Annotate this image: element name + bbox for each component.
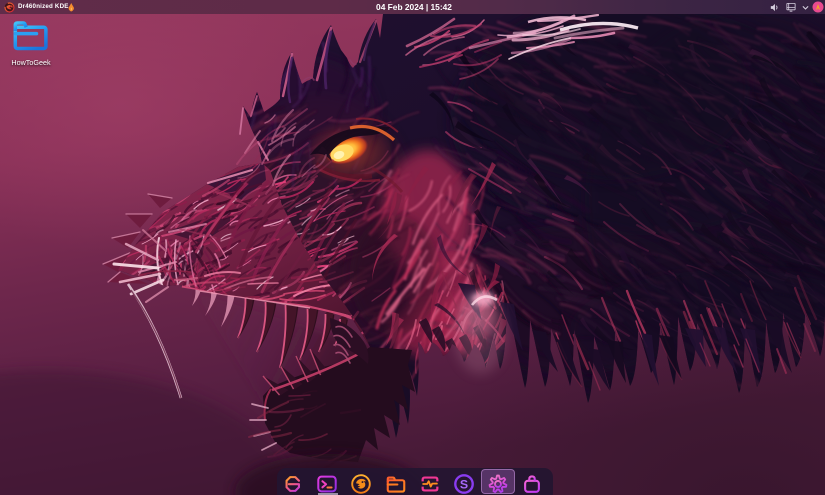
svg-text:S: S xyxy=(459,477,467,491)
